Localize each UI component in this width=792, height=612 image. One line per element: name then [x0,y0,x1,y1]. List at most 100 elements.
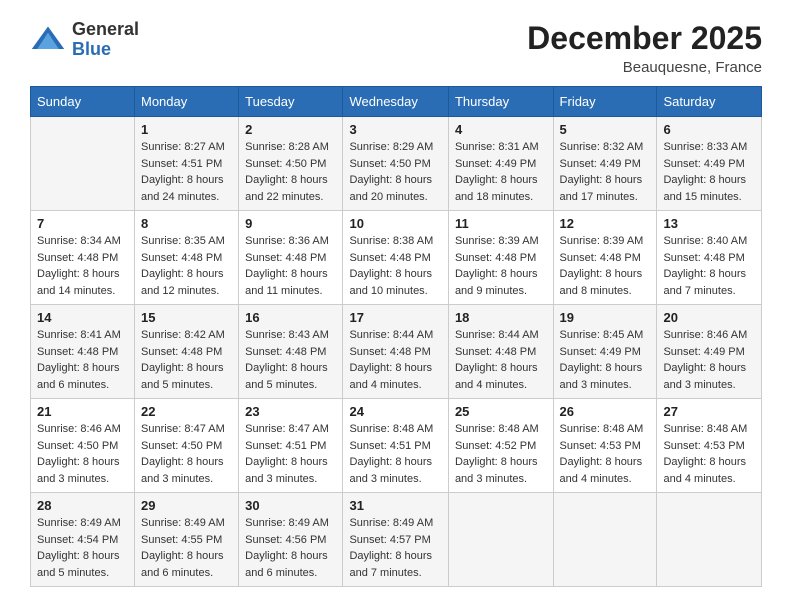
calendar-cell: 18Sunrise: 8:44 AMSunset: 4:48 PMDayligh… [448,305,553,399]
calendar-cell: 21 Sunrise: 8:46 AMSunset: 4:50 PMDayligh… [31,399,135,493]
logo: General Blue [30,20,139,60]
calendar-header: SundayMondayTuesdayWednesdayThursdayFrid… [31,87,762,117]
calendar-cell: 31Sunrise: 8:49 AMSunset: 4:57 PMDayligh… [343,493,448,587]
cell-day-number: 2 [245,122,336,137]
cell-day-number: 4 [455,122,547,137]
calendar-body: 1 Sunrise: 8:27 AMSunset: 4:51 PMDaylight… [31,117,762,587]
cell-day-number: 29 [141,498,232,513]
calendar-cell [31,117,135,211]
calendar-cell: 12 Sunrise: 8:39 AMSunset: 4:48 PMDayligh… [553,211,657,305]
cell-day-number: 26 [560,404,651,419]
cell-info: Sunrise: 8:46 AMSunset: 4:49 PMDaylight:… [663,327,755,393]
cell-day-number: 17 [349,310,441,325]
cell-day-number: 23 [245,404,336,419]
logo-icon [30,22,66,58]
cell-day-number: 7 [37,216,128,231]
calendar-cell: 5Sunrise: 8:32 AMSunset: 4:49 PMDaylight… [553,117,657,211]
calendar-cell: 6Sunrise: 8:33 AMSunset: 4:49 PMDaylight… [657,117,762,211]
day-header-monday: Monday [135,87,239,117]
cell-info: Sunrise: 8:48 AMSunset: 4:52 PMDaylight:… [455,421,547,487]
header: General Blue December 2025 Beauquesne, F… [30,20,762,76]
cell-info: Sunrise: 8:33 AMSunset: 4:49 PMDaylight:… [663,139,755,205]
cell-info: Sunrise: 8:38 AMSunset: 4:48 PMDaylight:… [349,233,441,299]
cell-day-number: 11 [455,216,547,231]
cell-day-number: 18 [455,310,547,325]
cell-info: Sunrise: 8:36 AMSunset: 4:48 PMDaylight:… [245,233,336,299]
calendar-cell: 24 Sunrise: 8:48 AMSunset: 4:51 PMDayligh… [343,399,448,493]
calendar-cell: 16 Sunrise: 8:43 AMSunset: 4:48 PMDayligh… [239,305,343,399]
day-header-friday: Friday [553,87,657,117]
title-area: December 2025 Beauquesne, France [527,20,762,76]
day-header-saturday: Saturday [657,87,762,117]
logo-text: General Blue [72,20,139,60]
cell-day-number: 13 [663,216,755,231]
cell-day-number: 28 [37,498,128,513]
cell-day-number: 3 [349,122,441,137]
cell-day-number: 16 [245,310,336,325]
cell-info: Sunrise: 8:28 AMSunset: 4:50 PMDaylight:… [245,139,336,205]
cell-info: Sunrise: 8:46 AMSunset: 4:50 PMDaylight:… [37,421,128,487]
cell-day-number: 24 [349,404,441,419]
calendar-cell [553,493,657,587]
calendar-cell [657,493,762,587]
calendar-cell: 13 Sunrise: 8:40 AMSunset: 4:48 PMDayligh… [657,211,762,305]
week-row-5: 28 Sunrise: 8:49 AMSunset: 4:54 PMDayligh… [31,493,762,587]
cell-info: Sunrise: 8:45 AMSunset: 4:49 PMDaylight:… [560,327,651,393]
calendar-cell: 26 Sunrise: 8:48 AMSunset: 4:53 PMDayligh… [553,399,657,493]
cell-info: Sunrise: 8:31 AMSunset: 4:49 PMDaylight:… [455,139,547,205]
calendar-cell: 23 Sunrise: 8:47 AMSunset: 4:51 PMDayligh… [239,399,343,493]
cell-info: Sunrise: 8:49 AMSunset: 4:54 PMDaylight:… [37,515,128,581]
cell-day-number: 19 [560,310,651,325]
cell-info: Sunrise: 8:27 AMSunset: 4:51 PMDaylight:… [141,139,232,205]
calendar-cell: 30 Sunrise: 8:49 AMSunset: 4:56 PMDayligh… [239,493,343,587]
calendar-cell: 7Sunrise: 8:34 AMSunset: 4:48 PMDaylight… [31,211,135,305]
calendar-cell: 15 Sunrise: 8:42 AMSunset: 4:48 PMDayligh… [135,305,239,399]
cell-day-number: 10 [349,216,441,231]
calendar-cell: 17 Sunrise: 8:44 AMSunset: 4:48 PMDayligh… [343,305,448,399]
cell-info: Sunrise: 8:44 AMSunset: 4:48 PMDaylight:… [349,327,441,393]
cell-info: Sunrise: 8:29 AMSunset: 4:50 PMDaylight:… [349,139,441,205]
cell-info: Sunrise: 8:48 AMSunset: 4:53 PMDaylight:… [663,421,755,487]
cell-day-number: 31 [349,498,441,513]
cell-day-number: 25 [455,404,547,419]
cell-info: Sunrise: 8:35 AMSunset: 4:48 PMDaylight:… [141,233,232,299]
location: Beauquesne, France [527,59,762,76]
cell-info: Sunrise: 8:49 AMSunset: 4:56 PMDaylight:… [245,515,336,581]
cell-info: Sunrise: 8:41 AMSunset: 4:48 PMDaylight:… [37,327,128,393]
cell-day-number: 27 [663,404,755,419]
calendar-cell: 11Sunrise: 8:39 AMSunset: 4:48 PMDayligh… [448,211,553,305]
cell-info: Sunrise: 8:48 AMSunset: 4:53 PMDaylight:… [560,421,651,487]
cell-day-number: 12 [560,216,651,231]
week-row-3: 14 Sunrise: 8:41 AMSunset: 4:48 PMDayligh… [31,305,762,399]
cell-info: Sunrise: 8:43 AMSunset: 4:48 PMDaylight:… [245,327,336,393]
calendar-cell: 28 Sunrise: 8:49 AMSunset: 4:54 PMDayligh… [31,493,135,587]
month-year: December 2025 [527,20,762,57]
calendar-cell: 4 Sunrise: 8:31 AMSunset: 4:49 PMDaylight… [448,117,553,211]
cell-info: Sunrise: 8:47 AMSunset: 4:51 PMDaylight:… [245,421,336,487]
cell-day-number: 5 [560,122,651,137]
calendar-cell: 1 Sunrise: 8:27 AMSunset: 4:51 PMDaylight… [135,117,239,211]
calendar-cell: 9 Sunrise: 8:36 AMSunset: 4:48 PMDaylight… [239,211,343,305]
cell-day-number: 14 [37,310,128,325]
day-header-sunday: Sunday [31,87,135,117]
week-row-2: 7Sunrise: 8:34 AMSunset: 4:48 PMDaylight… [31,211,762,305]
cell-info: Sunrise: 8:48 AMSunset: 4:51 PMDaylight:… [349,421,441,487]
calendar-cell: 22Sunrise: 8:47 AMSunset: 4:50 PMDayligh… [135,399,239,493]
calendar-cell: 27 Sunrise: 8:48 AMSunset: 4:53 PMDayligh… [657,399,762,493]
cell-day-number: 30 [245,498,336,513]
calendar-cell: 19 Sunrise: 8:45 AMSunset: 4:49 PMDayligh… [553,305,657,399]
day-header-wednesday: Wednesday [343,87,448,117]
calendar-cell: 10 Sunrise: 8:38 AMSunset: 4:48 PMDayligh… [343,211,448,305]
cell-day-number: 9 [245,216,336,231]
cell-info: Sunrise: 8:49 AMSunset: 4:55 PMDaylight:… [141,515,232,581]
day-header-thursday: Thursday [448,87,553,117]
cell-day-number: 15 [141,310,232,325]
cell-info: Sunrise: 8:40 AMSunset: 4:48 PMDaylight:… [663,233,755,299]
cell-info: Sunrise: 8:39 AMSunset: 4:48 PMDaylight:… [560,233,651,299]
cell-day-number: 21 [37,404,128,419]
calendar-cell: 2 Sunrise: 8:28 AMSunset: 4:50 PMDaylight… [239,117,343,211]
cell-info: Sunrise: 8:42 AMSunset: 4:48 PMDaylight:… [141,327,232,393]
week-row-4: 21 Sunrise: 8:46 AMSunset: 4:50 PMDayligh… [31,399,762,493]
cell-day-number: 1 [141,122,232,137]
calendar-cell: 25 Sunrise: 8:48 AMSunset: 4:52 PMDayligh… [448,399,553,493]
